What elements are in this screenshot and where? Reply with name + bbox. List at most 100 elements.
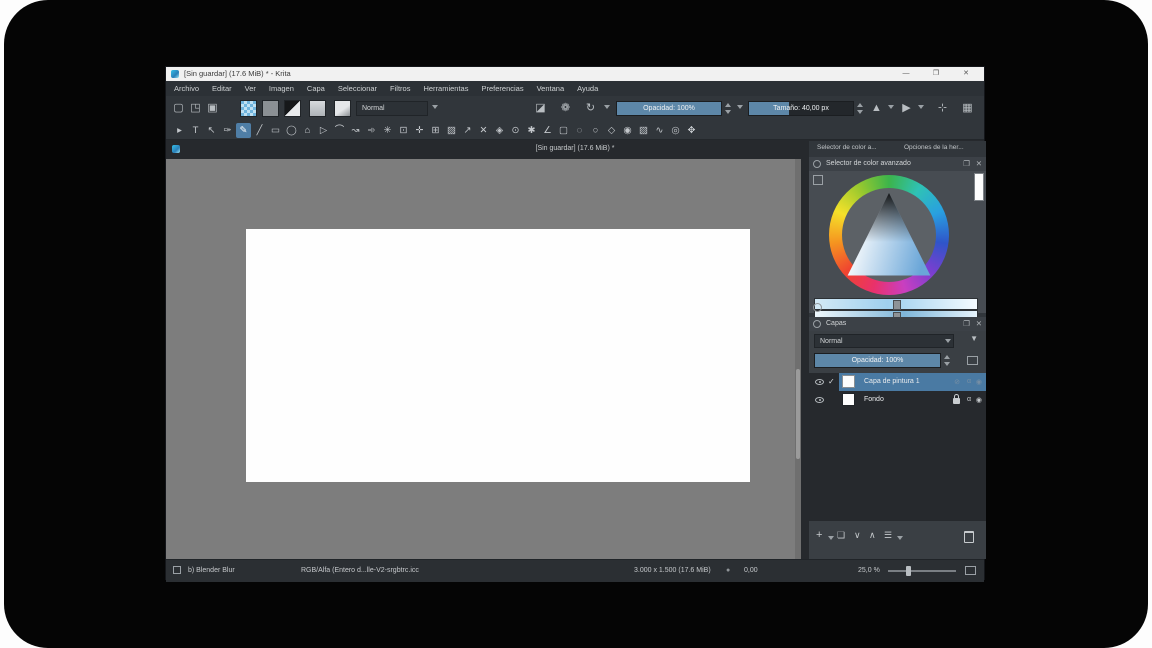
select-shapes-tool[interactable]: ▸ [172,123,187,138]
rectangular-select-tool[interactable]: ◌ [572,123,587,138]
visibility-eye-icon[interactable] [815,397,824,403]
reference-images-tool[interactable]: ▢ [556,123,571,138]
calligraphy-tool[interactable]: ✑ [220,123,235,138]
color-docker-header[interactable]: Selector de color avanzado ❐ ✕ [809,157,986,171]
polyline-tool[interactable]: ▷ [316,123,331,138]
preset-options-icon[interactable]: ❁ [557,100,574,117]
inherit-alpha-icon[interactable]: ⊘ [954,378,960,386]
scrollbar-thumb[interactable] [796,369,800,459]
elliptical-select-tool[interactable]: ○ [588,123,603,138]
blending-mode-dropdown[interactable]: Normal [356,101,428,116]
layer-name[interactable]: Capa de pintura 1 [864,378,920,385]
freehand-brush-tool[interactable]: ✎ [236,123,251,138]
docker-menu-icon[interactable] [813,160,821,168]
fill-tool[interactable]: ◈ [492,123,507,138]
tab-tool-options[interactable]: Opciones de la her... [904,144,964,151]
line-tool[interactable]: ╱ [252,123,267,138]
layer-thumbnail[interactable] [842,393,855,406]
layer-row-paint[interactable]: ✓ Capa de pintura 1 ⊘ α ◉ [809,373,986,391]
polygon-tool[interactable]: ⌂ [300,123,315,138]
multibrush-tool[interactable]: ✳ [380,123,395,138]
opacity-spinner[interactable] [724,102,731,115]
workspace-chooser-icon[interactable]: ▦ [959,100,976,117]
layer-style-icon[interactable]: ◉ [976,396,982,404]
alpha-lock-icon[interactable]: α [967,378,971,385]
chevron-down-icon[interactable] [897,536,903,540]
chevron-down-icon[interactable] [918,105,924,109]
layer-name[interactable]: Fondo [864,396,884,403]
alpha-lock-icon[interactable]: α [967,396,971,403]
hue-wheel[interactable] [829,175,949,295]
minimize-button[interactable]: — [898,68,914,80]
menu-item[interactable]: Archivo [174,84,199,93]
polygonal-select-tool[interactable]: ◇ [604,123,619,138]
opacity-slider[interactable]: Opacidad: 100% [616,101,722,116]
duplicate-layer-button[interactable]: ❏ [837,530,845,541]
menu-item[interactable]: Seleccionar [338,84,377,93]
layers-docker-header[interactable]: Capas ❐ ✕ [809,317,986,331]
menu-item[interactable]: Capa [307,84,325,93]
layer-properties-icon[interactable] [967,356,978,365]
canvas-area[interactable] [166,159,801,559]
smart-patch-tool[interactable]: ✕ [476,123,491,138]
assistants-tool[interactable]: ✱ [524,123,539,138]
enclose-fill-tool[interactable]: ⊙ [508,123,523,138]
advanced-color-selector[interactable] [809,171,986,313]
freehand-select-tool[interactable]: ◉ [620,123,635,138]
text-tool[interactable]: T [188,123,203,138]
bezier-curve-tool[interactable]: ⌒ [332,123,347,138]
mirror-vertical-icon[interactable]: ▶ [898,100,915,117]
brush-size-slider[interactable]: Tamaño: 40,00 px [748,101,854,116]
float-docker-icon[interactable]: ❐ [963,159,970,168]
eraser-mode-icon[interactable]: ◪ [532,100,549,117]
ellipse-tool[interactable]: ◯ [284,123,299,138]
panel-splitter[interactable] [801,159,809,559]
menu-item[interactable]: Imagen [269,84,294,93]
pan-tool[interactable]: ✥ [684,123,699,138]
save-icon[interactable]: ▣ [204,100,221,117]
tab-color-selector[interactable]: Selector de color a... [817,144,877,151]
layer-thumbnail[interactable] [842,375,855,388]
slider-handle[interactable] [893,300,901,310]
gradient-tool[interactable]: ▨ [444,123,459,138]
chevron-down-icon[interactable] [737,105,743,109]
layer-opacity-slider[interactable]: Opacidad: 100% [814,353,941,368]
open-image-icon[interactable]: ◳ [187,100,204,117]
menu-item[interactable]: Ayuda [577,84,598,93]
menu-item[interactable]: Ver [245,84,256,93]
snap-settings-icon[interactable]: ⊹ [934,100,951,117]
title-bar[interactable]: [Sin guardar] (17.6 MiB) * - Krita — ❐ ✕ [166,67,984,81]
size-spinner[interactable] [856,102,863,115]
layer-options-button[interactable]: ☰ [884,530,892,541]
zoom-level-text[interactable]: 25,0 % [858,567,880,574]
rectangle-tool[interactable]: ▭ [268,123,283,138]
selector-settings-icon[interactable] [813,303,822,312]
brush-preset-chooser[interactable] [334,100,351,117]
move-tool[interactable]: ✛ [412,123,427,138]
layer-opacity-spinner[interactable] [943,354,950,367]
lock-icon[interactable] [953,398,960,404]
menu-item[interactable]: Editar [212,84,232,93]
layer-style-icon[interactable]: ◉ [976,378,982,386]
add-layer-button[interactable]: + [816,529,822,541]
zoom-slider-handle[interactable] [906,566,911,576]
zoom-tool[interactable]: ◎ [668,123,683,138]
brush-preset-checkbox[interactable] [173,566,181,574]
chevron-down-icon[interactable] [828,536,834,540]
measure-tool[interactable]: ∠ [540,123,555,138]
transform-tool[interactable]: ⊡ [396,123,411,138]
menu-item[interactable]: Filtros [390,84,410,93]
close-docker-icon[interactable]: ✕ [976,319,982,328]
move-layer-down-button[interactable]: ∨ [854,530,861,541]
layer-filter-icon[interactable]: ▼ [970,334,978,343]
restore-button[interactable]: ❐ [928,68,944,80]
float-docker-icon[interactable]: ❐ [963,319,970,328]
crop-tool[interactable]: ⊞ [428,123,443,138]
visibility-eye-icon[interactable] [815,379,824,385]
menu-item[interactable]: Ventana [537,84,565,93]
chevron-down-icon[interactable] [945,339,951,343]
layer-blending-mode-dropdown[interactable]: Normal [814,334,954,348]
document-canvas[interactable] [246,229,750,482]
close-button[interactable]: ✕ [958,68,974,80]
new-document-icon[interactable]: ▢ [170,100,187,117]
